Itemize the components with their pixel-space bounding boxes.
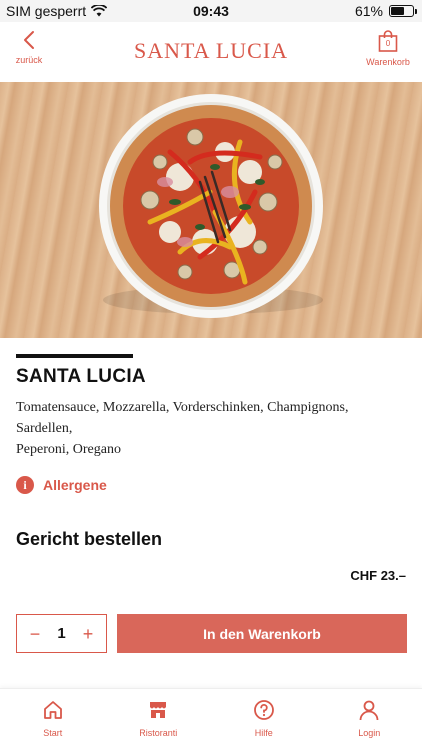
pizza-image (99, 94, 323, 318)
ingredients-line: Tomatensauce, Mozzarella, Vorderschinken… (16, 400, 349, 415)
status-battery: 61% (354, 3, 417, 19)
decrease-button[interactable]: − (27, 625, 43, 643)
ingredients-line: Peperoni, Oregano (16, 442, 121, 457)
allergene-label: Allergene (43, 477, 107, 493)
tab-label: Hilfe (254, 728, 273, 738)
status-bar: SIM gesperrt 09:43 61% (0, 0, 422, 22)
quantity-stepper: − 1 + (16, 614, 107, 653)
tab-login[interactable]: Login (317, 689, 422, 750)
tab-start[interactable]: Start (0, 689, 106, 750)
help-icon (253, 700, 274, 720)
allergene-link[interactable]: i Allergene (16, 476, 107, 494)
dish-price: CHF 23.– (350, 568, 406, 583)
shopping-bag-icon: 0 (378, 30, 398, 52)
dish-image (0, 82, 422, 338)
tab-label: Ristoranti (139, 728, 178, 738)
tab-hilfe[interactable]: Hilfe (211, 689, 317, 750)
brand-title: SANTA LUCIA (133, 38, 289, 63)
tab-label: Start (43, 728, 63, 738)
dish-title: SANTA LUCIA (16, 366, 146, 387)
battery-icon (389, 5, 417, 17)
cart-label: Warenkorb (366, 57, 410, 67)
bottom-tab-bar: Start Ristoranti Hilfe Login (0, 688, 422, 750)
cart-count: 0 (385, 39, 391, 48)
order-title: Gericht bestellen (16, 529, 163, 549)
cart-button[interactable]: 0 Warenkorb (364, 30, 412, 74)
add-to-cart-button[interactable]: In den Warenkorb (117, 614, 407, 653)
app-header: zurück SANTA LUCIA 0 Warenkorb (0, 22, 422, 82)
info-icon: i (16, 476, 34, 494)
title-rule (16, 354, 133, 358)
quantity-value: 1 (57, 625, 66, 642)
user-icon (359, 700, 379, 721)
ingredients-line: Sardellen, (16, 421, 73, 436)
tab-label: Login (358, 728, 381, 738)
increase-button[interactable]: + (80, 625, 96, 643)
battery-level (391, 7, 404, 15)
store-icon (150, 702, 167, 718)
battery-percent: 61% (354, 3, 383, 19)
home-icon (43, 701, 62, 719)
dish-ingredients: Tomatensauce, Mozzarella, Vorderschinken… (16, 397, 408, 460)
tab-ristoranti[interactable]: Ristoranti (106, 689, 212, 750)
